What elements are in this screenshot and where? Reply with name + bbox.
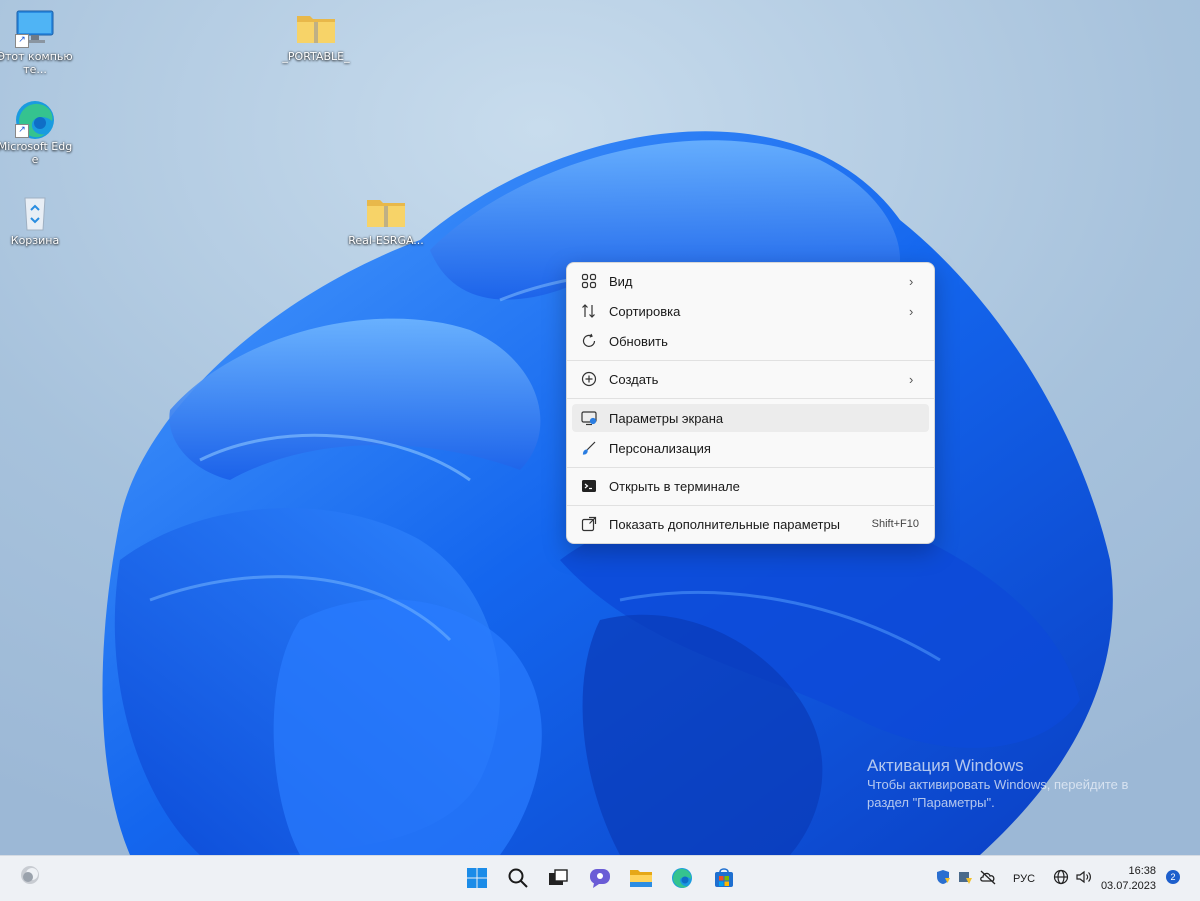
- display-settings-icon: [580, 409, 598, 427]
- recycle-bin-icon: [13, 192, 57, 232]
- desktop-icon-label: Microsoft Edge: [0, 140, 73, 166]
- task-view-icon[interactable]: [545, 865, 571, 891]
- plus-circle-icon: [580, 370, 598, 388]
- menu-separator: [567, 360, 934, 361]
- desktop-icon-real-esrgan-folder[interactable]: Real-ESRGA...: [348, 192, 424, 247]
- network-globe-icon[interactable]: [1053, 869, 1069, 888]
- activation-watermark: Активация Windows Чтобы активировать Win…: [867, 756, 1167, 812]
- menu-item-display-settings[interactable]: Параметры экрана: [572, 404, 929, 432]
- grid-icon: [580, 272, 598, 290]
- menu-item-open-terminal[interactable]: Открыть в терминале: [572, 472, 929, 500]
- menu-item-label: Параметры экрана: [609, 410, 724, 426]
- onedrive-offline-icon[interactable]: [979, 869, 997, 888]
- chevron-right-icon: ›: [909, 273, 914, 289]
- desktop-context-menu: Вид › Сортировка › Обновить Создать › Па…: [566, 262, 935, 544]
- desktop-icon-label: Этот компьюте...: [0, 50, 73, 76]
- file-explorer-icon[interactable]: [628, 865, 654, 891]
- taskbar: РУС 16:38 03.07.2023 2: [0, 855, 1200, 901]
- desktop-icon-recycle-bin[interactable]: Корзина: [0, 192, 73, 247]
- desktop-icon-microsoft-edge[interactable]: ↗ Microsoft Edge: [0, 98, 73, 166]
- menu-item-label: Сортировка: [609, 303, 681, 319]
- menu-item-label: Вид: [609, 273, 633, 289]
- menu-item-label: Открыть в терминале: [609, 478, 740, 494]
- store-icon[interactable]: [711, 865, 737, 891]
- menu-item-label: Обновить: [609, 333, 668, 349]
- sort-icon: [580, 302, 598, 320]
- defender-warning-icon[interactable]: [935, 869, 951, 888]
- zip-folder-icon: [294, 8, 338, 48]
- menu-item-label: Показать дополнительные параметры: [609, 516, 841, 532]
- shortcut-arrow-icon: ↗: [15, 124, 29, 138]
- chevron-right-icon: ›: [909, 371, 914, 387]
- menu-item-show-more-options[interactable]: Показать дополнительные параметры Shift+…: [572, 510, 929, 538]
- menu-item-label: Персонализация: [609, 440, 711, 456]
- menu-separator: [567, 467, 934, 468]
- clock-date: 03.07.2023: [1100, 880, 1156, 892]
- edge-icon[interactable]: [669, 865, 695, 891]
- brush-icon: [580, 439, 598, 457]
- computer-icon: ↗: [13, 8, 57, 48]
- desktop-icon-portable-folder[interactable]: _PORTABLE_: [278, 8, 354, 63]
- menu-item-new[interactable]: Создать ›: [572, 365, 929, 393]
- security-warning-icon[interactable]: [957, 869, 973, 888]
- zip-folder-icon: [364, 192, 408, 232]
- menu-separator: [567, 505, 934, 506]
- start-icon[interactable]: [464, 865, 490, 891]
- system-tray: РУС: [935, 856, 1093, 901]
- desktop-icon-label: Real-ESRGA...: [348, 234, 424, 247]
- menu-item-personalize[interactable]: Персонализация: [572, 434, 929, 462]
- chat-icon[interactable]: [587, 865, 613, 891]
- desktop-icon-label: Корзина: [10, 234, 60, 247]
- menu-item-view[interactable]: Вид ›: [572, 267, 929, 295]
- notification-badge[interactable]: 2: [1166, 870, 1180, 884]
- widgets-icon[interactable]: [17, 862, 43, 888]
- watermark-title: Активация Windows: [867, 756, 1024, 775]
- menu-item-sort[interactable]: Сортировка ›: [572, 297, 929, 325]
- menu-item-shortcut: Shift+F10: [871, 518, 919, 530]
- refresh-icon: [580, 332, 598, 350]
- terminal-icon: [580, 477, 598, 495]
- watermark-text: Чтобы активировать Windows, перейдите в …: [867, 777, 1129, 810]
- clock[interactable]: 16:38 03.07.2023: [1101, 864, 1156, 894]
- volume-icon[interactable]: [1075, 869, 1093, 888]
- edge-icon: ↗: [13, 98, 57, 139]
- clock-time: 16:38: [1128, 865, 1156, 877]
- more-options-icon: [580, 515, 598, 533]
- desktop-icon-this-pc[interactable]: ↗ Этот компьюте...: [0, 8, 73, 76]
- language-indicator[interactable]: РУС: [1013, 873, 1035, 885]
- search-icon[interactable]: [505, 865, 531, 891]
- menu-separator: [567, 398, 934, 399]
- desktop-icon-label: _PORTABLE_: [282, 50, 350, 63]
- chevron-right-icon: ›: [909, 303, 914, 319]
- menu-item-refresh[interactable]: Обновить: [572, 327, 929, 355]
- menu-item-label: Создать: [609, 371, 659, 387]
- shortcut-arrow-icon: ↗: [15, 34, 29, 48]
